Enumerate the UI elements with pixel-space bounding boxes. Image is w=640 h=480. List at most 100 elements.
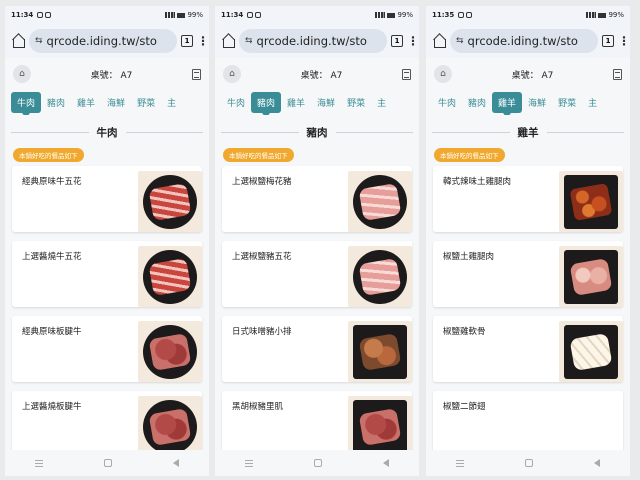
tab-chicken-lamb[interactable]: 雞羊 bbox=[281, 92, 311, 113]
food-image bbox=[358, 257, 402, 296]
tab-switcher-button[interactable]: 1 bbox=[181, 35, 193, 47]
menu-item[interactable]: 經典原味板腱牛 bbox=[12, 316, 202, 382]
home-nav-icon[interactable] bbox=[313, 459, 322, 467]
signal-icon bbox=[165, 12, 176, 18]
menu-item-name: 椒鹽土雞腿肉 bbox=[443, 252, 495, 262]
system-nav-bar bbox=[426, 450, 630, 476]
recents-menu-icon[interactable] bbox=[35, 459, 44, 467]
divider bbox=[125, 131, 203, 133]
phone-screen-pork: 11:34 99% ⇆ qrcode.iding.tw/sto 1 ⋮ ⌂ 桌號… bbox=[215, 6, 419, 476]
receipt-icon[interactable] bbox=[402, 68, 411, 80]
notification-icon bbox=[458, 12, 465, 18]
home-icon[interactable] bbox=[11, 34, 25, 48]
menu-item[interactable]: 椒鹽土雞腿肉 bbox=[433, 241, 623, 307]
tab-beef[interactable]: 牛肉 bbox=[432, 92, 462, 113]
status-time: 11:35 bbox=[432, 11, 455, 19]
tab-seafood[interactable]: 海鮮 bbox=[101, 92, 131, 113]
menu-item[interactable]: 椒鹽二節翅 bbox=[433, 391, 623, 457]
tab-chicken-lamb[interactable]: 雞羊 bbox=[71, 92, 101, 113]
divider bbox=[546, 131, 624, 133]
tab-main[interactable]: 主 bbox=[371, 92, 392, 113]
recommend-badge: 本鍋好吃的餐品如下 bbox=[13, 148, 84, 162]
back-icon[interactable] bbox=[172, 459, 179, 467]
kebab-icon[interactable]: ⋮ bbox=[407, 35, 419, 47]
menu-item[interactable]: 黑胡椒豬里肌 bbox=[222, 391, 412, 457]
system-nav-bar bbox=[5, 450, 209, 476]
home-icon[interactable] bbox=[432, 34, 446, 48]
tab-seafood[interactable]: 海鮮 bbox=[522, 92, 552, 113]
receipt-icon[interactable] bbox=[613, 68, 622, 80]
section-header: 雞羊 bbox=[426, 121, 630, 143]
menu-item[interactable]: 經典原味牛五花 bbox=[12, 166, 202, 232]
menu-item[interactable]: 上選醬燒板腱牛 bbox=[12, 391, 202, 457]
plate-image bbox=[353, 324, 407, 379]
back-icon[interactable] bbox=[382, 459, 389, 467]
tab-main[interactable]: 主 bbox=[161, 92, 182, 113]
menu-item[interactable]: 椒鹽雞軟骨 bbox=[433, 316, 623, 382]
menu-item[interactable]: 上選椒鹽梅花豬 bbox=[222, 166, 412, 232]
receipt-icon[interactable] bbox=[192, 68, 201, 80]
three-phone-screenshots: 11:34 99% ⇆ qrcode.iding.tw/sto 1 ⋮ ⌂ 桌號… bbox=[0, 0, 640, 480]
home-nav-icon[interactable] bbox=[103, 459, 112, 467]
tab-vegetables[interactable]: 野菜 bbox=[341, 92, 371, 113]
tab-beef[interactable]: 牛肉 bbox=[221, 92, 251, 113]
system-nav-bar bbox=[215, 450, 419, 476]
plate-image bbox=[564, 324, 618, 379]
back-icon[interactable] bbox=[593, 459, 600, 467]
store-home-button[interactable]: ⌂ bbox=[434, 65, 452, 83]
phone-screen-chicken-lamb: 11:35 99% ⇆ qrcode.iding.tw/sto 1 ⋮ ⌂ 桌號… bbox=[426, 6, 630, 476]
menu-item-photo bbox=[559, 396, 623, 457]
menu-item-name: 日式味噌豬小排 bbox=[232, 327, 292, 337]
tab-switcher-button[interactable]: 1 bbox=[602, 35, 614, 47]
kebab-icon[interactable]: ⋮ bbox=[618, 35, 630, 47]
url-text: qrcode.iding.tw/sto bbox=[46, 34, 157, 48]
site-settings-icon[interactable]: ⇆ bbox=[35, 36, 43, 46]
store-home-button[interactable]: ⌂ bbox=[13, 65, 31, 83]
notification-icon bbox=[255, 12, 262, 18]
tab-vegetables[interactable]: 野菜 bbox=[131, 92, 161, 113]
battery-icon bbox=[177, 12, 186, 18]
address-bar[interactable]: ⇆ qrcode.iding.tw/sto bbox=[239, 29, 387, 53]
kebab-icon[interactable]: ⋮ bbox=[197, 35, 209, 47]
table-number: 桌號： A7 bbox=[511, 70, 554, 81]
menu-item-name: 韓式辣味土雞腿肉 bbox=[443, 177, 512, 187]
tab-pork[interactable]: 豬肉 bbox=[251, 91, 282, 115]
menu-item[interactable]: 上選椒鹽豬五花 bbox=[222, 241, 412, 307]
plate-image bbox=[353, 174, 407, 229]
battery-level: 99% bbox=[187, 11, 203, 19]
divider bbox=[432, 131, 510, 133]
menu-item-photo bbox=[138, 171, 202, 232]
section-title: 雞羊 bbox=[517, 126, 539, 139]
table-header: ⌂ 桌號： A7 bbox=[215, 62, 419, 86]
menu-item[interactable]: 上選醬燒牛五花 bbox=[12, 241, 202, 307]
tab-pork[interactable]: 豬肉 bbox=[462, 92, 492, 113]
tab-seafood[interactable]: 海鮮 bbox=[311, 92, 341, 113]
menu-item[interactable]: 日式味噌豬小排 bbox=[222, 316, 412, 382]
menu-item-name: 上選椒鹽梅花豬 bbox=[232, 177, 292, 187]
tab-chicken-lamb[interactable]: 雞羊 bbox=[492, 91, 523, 115]
home-icon[interactable] bbox=[221, 34, 235, 48]
home-nav-icon[interactable] bbox=[524, 459, 533, 467]
tab-switcher-button[interactable]: 1 bbox=[391, 35, 403, 47]
plate-image bbox=[143, 174, 197, 229]
menu-item-photo bbox=[348, 321, 412, 382]
site-settings-icon[interactable]: ⇆ bbox=[456, 36, 464, 46]
address-bar[interactable]: ⇆ qrcode.iding.tw/sto bbox=[29, 29, 177, 53]
signal-icon bbox=[375, 12, 386, 18]
recents-menu-icon[interactable] bbox=[245, 459, 254, 467]
site-settings-icon[interactable]: ⇆ bbox=[245, 36, 253, 46]
menu-item[interactable]: 韓式辣味土雞腿肉 bbox=[433, 166, 623, 232]
store-home-button[interactable]: ⌂ bbox=[223, 65, 241, 83]
tab-beef[interactable]: 牛肉 bbox=[11, 91, 42, 115]
recents-menu-icon[interactable] bbox=[456, 459, 465, 467]
tab-main[interactable]: 主 bbox=[582, 92, 603, 113]
battery-level: 99% bbox=[608, 11, 624, 19]
menu-item-photo bbox=[138, 246, 202, 307]
tab-vegetables[interactable]: 野菜 bbox=[552, 92, 582, 113]
tab-pork[interactable]: 豬肉 bbox=[41, 92, 71, 113]
plate-image bbox=[353, 399, 407, 454]
status-time: 11:34 bbox=[11, 11, 34, 19]
address-bar[interactable]: ⇆ qrcode.iding.tw/sto bbox=[450, 29, 598, 53]
browser-toolbar: ⇆ qrcode.iding.tw/sto 1 ⋮ bbox=[426, 24, 630, 58]
url-text: qrcode.iding.tw/sto bbox=[256, 34, 367, 48]
